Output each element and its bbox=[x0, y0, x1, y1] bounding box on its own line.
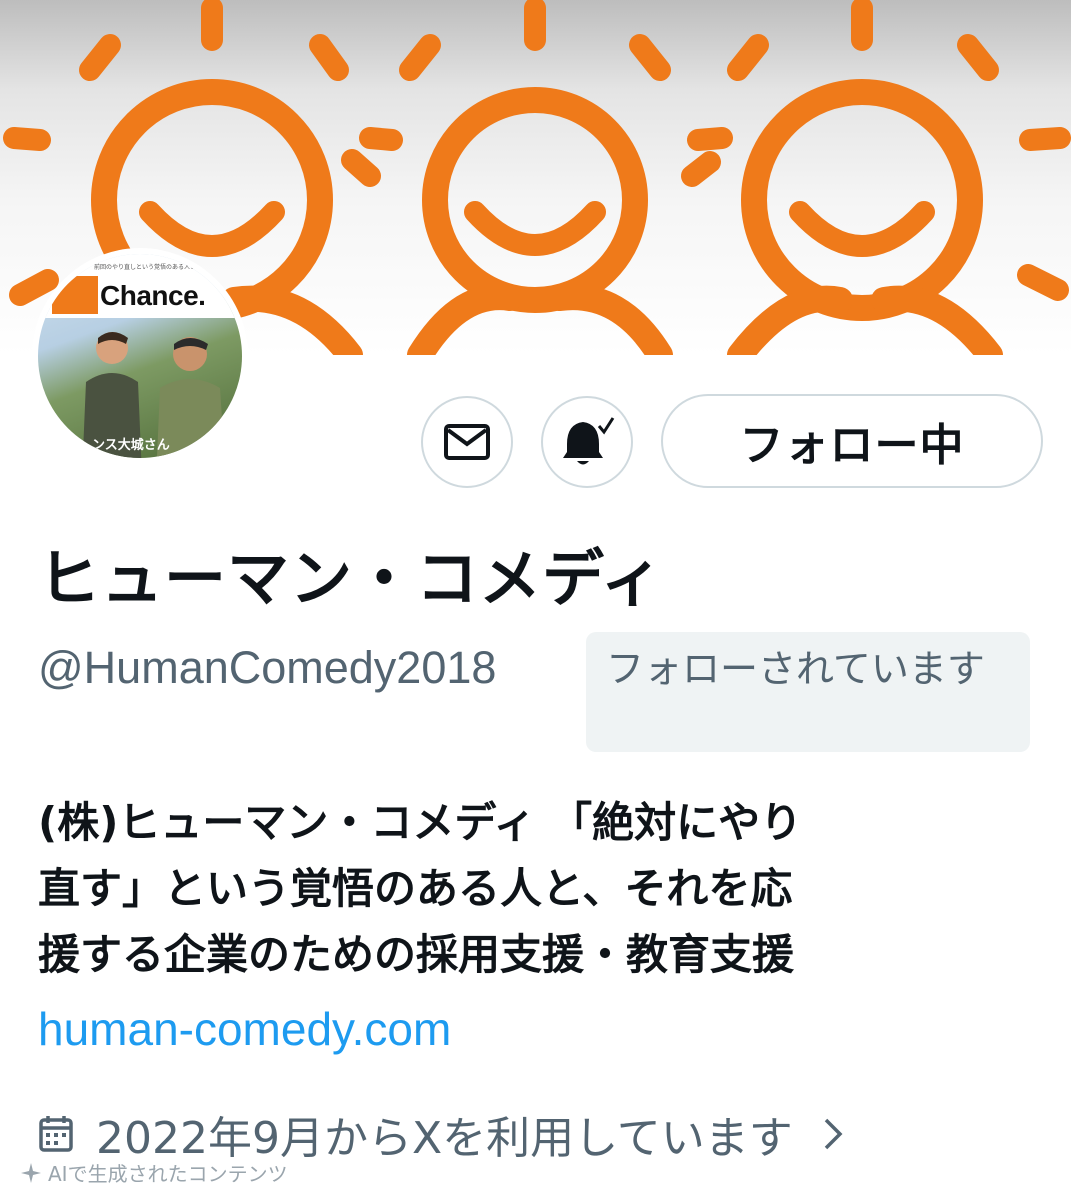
chevron-right-icon bbox=[824, 1118, 843, 1150]
bell-icon bbox=[563, 417, 615, 465]
mail-icon bbox=[444, 424, 490, 460]
ai-generated-watermark: AIで生成されたコンテンツ bbox=[20, 1158, 288, 1187]
avatar-image: 前回のやり直しという覚悟のある人と… Chance. ンス大城さん bbox=[38, 254, 242, 458]
avatar-caption: ンス大城さん bbox=[92, 438, 170, 453]
profile-bio: (株)ヒューマン・コメディ 「絶対にやり 直す」という覚悟のある人と、それを応 … bbox=[38, 798, 803, 979]
notifications-button[interactable] bbox=[541, 396, 633, 488]
watermark-text: AIで生成されたコンテンツ bbox=[48, 1162, 288, 1186]
joined-date-row[interactable]: 2022年9月からXを利用しています bbox=[38, 1104, 843, 1164]
avatar-tagline: 前回のやり直しという覚悟のある人と… bbox=[94, 264, 203, 271]
profile-avatar[interactable]: 前回のやり直しという覚悟のある人と… Chance. ンス大城さん bbox=[32, 248, 248, 464]
display-name: ヒューマン・コメディ bbox=[38, 542, 664, 615]
calendar-icon bbox=[39, 1116, 73, 1152]
follows-you-badge: フォローされています bbox=[586, 632, 1030, 752]
avatar-logo-text: Chance. bbox=[100, 280, 206, 311]
profile-website-link[interactable]: human-comedy.com bbox=[38, 1002, 451, 1056]
message-button[interactable] bbox=[421, 396, 513, 488]
following-button[interactable]: フォロー中 bbox=[661, 394, 1043, 488]
sparkle-icon bbox=[21, 1162, 41, 1183]
joined-date-text: 2022年9月からXを利用しています bbox=[96, 1113, 793, 1164]
user-handle: @HumanComedy2018 bbox=[38, 642, 497, 693]
avatar-logo-mark bbox=[52, 276, 98, 314]
